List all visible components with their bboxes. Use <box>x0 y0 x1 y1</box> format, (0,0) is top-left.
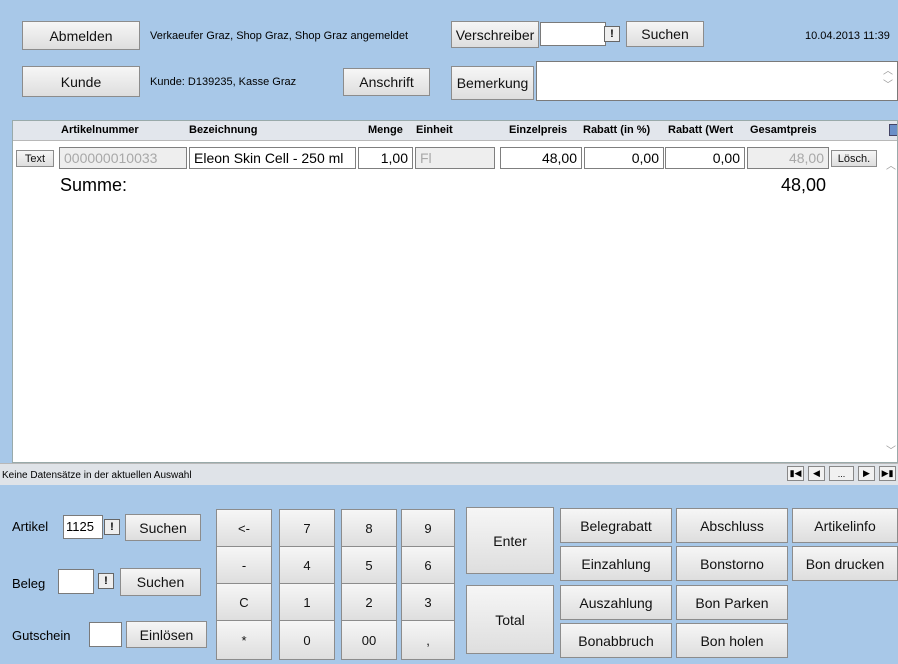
prescriber-button[interactable]: Verschreiber <box>451 21 539 48</box>
datetime: 10.04.2013 11:39 <box>805 30 890 42</box>
col-discount-percent[interactable]: Rabatt (in %) <box>583 124 650 136</box>
address-button[interactable]: Anschrift <box>343 68 430 96</box>
key-0[interactable]: 0 <box>279 620 335 660</box>
article-search-button[interactable]: Suchen <box>125 514 201 541</box>
grid-scrollbar[interactable]: ︿ ﹀ <box>883 157 897 462</box>
remark-button[interactable]: Bemerkung <box>451 66 534 100</box>
total-price-field: 48,00 <box>747 147 829 169</box>
close-button[interactable]: Abschluss <box>676 508 788 543</box>
key-9[interactable]: 9 <box>401 509 455 547</box>
prescriber-input[interactable] <box>540 22 606 46</box>
row-text-button[interactable]: Text <box>16 150 54 167</box>
payout-button[interactable]: Auszahlung <box>560 585 672 620</box>
article-label: Artikel <box>12 519 49 534</box>
bon-print-button[interactable]: Bon drucken <box>792 546 898 581</box>
login-info: Verkaeufer Graz, Shop Graz, Shop Graz an… <box>150 30 409 42</box>
logout-button[interactable]: Abmelden <box>22 21 140 50</box>
key-7[interactable]: 7 <box>279 509 335 547</box>
deposit-button[interactable]: Einzahlung <box>560 546 672 581</box>
col-quantity[interactable]: Menge <box>368 124 403 136</box>
col-description[interactable]: Bezeichnung <box>189 124 257 136</box>
col-total-price[interactable]: Gesamtpreis <box>750 124 817 136</box>
article-grid: Artikelnummer Bezeichnung Menge Einheit … <box>12 120 898 463</box>
article-input[interactable]: 1125 <box>63 515 103 539</box>
key-4[interactable]: 4 <box>279 546 335 584</box>
receipt-discount-button[interactable]: Belegrabatt <box>560 508 672 543</box>
nav-dots-button[interactable]: ... <box>829 466 854 481</box>
sum-label: Summe: <box>60 175 128 195</box>
discount-value-field[interactable]: 0,00 <box>665 147 745 169</box>
status-text: Keine Datensätze in der aktuellen Auswah… <box>2 470 192 481</box>
voucher-lookup-button[interactable]: ! <box>98 573 114 589</box>
col-discount-value[interactable]: Rabatt (Wert <box>668 124 733 136</box>
grid-header: Artikelnummer Bezeichnung Menge Einheit … <box>13 121 897 141</box>
col-article-number[interactable]: Artikelnummer <box>61 124 139 136</box>
remark-scroll-arrows[interactable]: ︿ ﹀ <box>883 65 893 93</box>
column-chooser-icon[interactable] <box>889 124 897 136</box>
prescriber-lookup-button[interactable]: ! <box>604 26 620 42</box>
key-clear[interactable]: C <box>216 583 272 621</box>
key-6[interactable]: 6 <box>401 546 455 584</box>
voucher-label: Beleg <box>12 576 46 591</box>
gift-input[interactable] <box>89 622 122 647</box>
gift-label: Gutschein <box>12 628 71 643</box>
prescriber-search-button[interactable]: Suchen <box>626 21 704 47</box>
scroll-down-icon[interactable]: ﹀ <box>886 442 896 457</box>
key-8[interactable]: 8 <box>341 509 397 547</box>
key-comma[interactable]: , <box>401 620 455 660</box>
delete-row-button[interactable]: Lösch. <box>831 150 877 167</box>
key-multiply[interactable]: * <box>216 620 272 660</box>
enter-button[interactable]: Enter <box>466 507 554 574</box>
nav-last-icon[interactable]: ▶▮ <box>879 466 896 481</box>
unit-price-field[interactable]: 48,00 <box>500 147 582 169</box>
bon-storno-button[interactable]: Bonstorno <box>676 546 788 581</box>
scroll-up-icon[interactable]: ︿ <box>886 157 896 172</box>
nav-first-icon[interactable]: ▮◀ <box>787 466 804 481</box>
voucher-search-button[interactable]: Suchen <box>120 568 201 596</box>
bon-park-button[interactable]: Bon Parken <box>676 585 788 620</box>
key-3[interactable]: 3 <box>401 583 455 621</box>
article-info-button[interactable]: Artikelinfo <box>792 508 898 543</box>
customer-info: Kunde: D139235, Kasse Graz <box>150 76 297 88</box>
status-bar: Keine Datensätze in der aktuellen Auswah… <box>0 463 898 485</box>
customer-button[interactable]: Kunde <box>22 66 140 97</box>
key-backspace[interactable]: <- <box>216 509 272 547</box>
quantity-field[interactable]: 1,00 <box>358 147 413 169</box>
remark-field[interactable]: ︿ ﹀ <box>536 61 898 101</box>
col-unit-price[interactable]: Einzelpreis <box>509 124 567 136</box>
total-button[interactable]: Total <box>466 585 554 654</box>
discount-percent-field[interactable]: 0,00 <box>584 147 664 169</box>
unit-field: Fl <box>415 147 495 169</box>
nav-prev-icon[interactable]: ◀ <box>808 466 825 481</box>
key-00[interactable]: 00 <box>341 620 397 660</box>
article-lookup-button[interactable]: ! <box>104 519 120 535</box>
voucher-input[interactable] <box>58 569 94 594</box>
article-number-field: 000000010033 <box>59 147 187 169</box>
sum-value: 48,00 <box>781 175 827 195</box>
bon-fetch-button[interactable]: Bon holen <box>676 623 788 658</box>
key-1[interactable]: 1 <box>279 583 335 621</box>
nav-next-icon[interactable]: ▶ <box>858 466 875 481</box>
key-2[interactable]: 2 <box>341 583 397 621</box>
col-unit[interactable]: Einheit <box>416 124 453 136</box>
description-field[interactable]: Eleon Skin Cell - 250 ml <box>189 147 356 169</box>
redeem-button[interactable]: Einlösen <box>126 621 207 648</box>
receipt-cancel-button[interactable]: Bonabbruch <box>560 623 672 658</box>
key-5[interactable]: 5 <box>341 546 397 584</box>
key-minus[interactable]: - <box>216 546 272 584</box>
